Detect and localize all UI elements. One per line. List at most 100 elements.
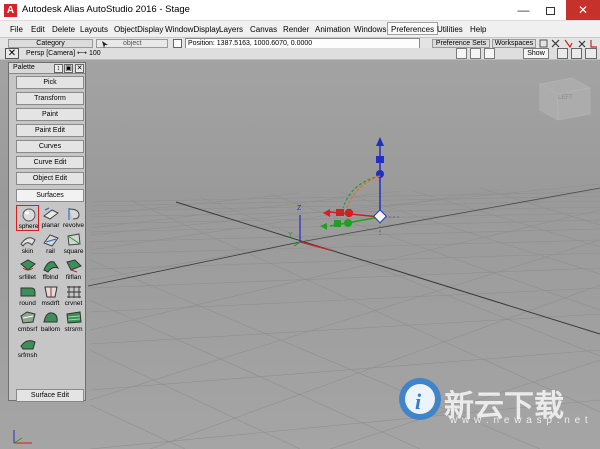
pick-arrow-icon: [102, 41, 108, 48]
tool-sphere[interactable]: sphere: [16, 205, 39, 231]
maximize-icon: [546, 6, 555, 15]
position-toggle-icon[interactable]: [173, 39, 182, 48]
workspaces-tab[interactable]: Workspaces: [492, 39, 536, 48]
svg-text:i: i: [415, 389, 422, 414]
watermark-logo-icon: i: [399, 378, 441, 420]
axis-y-label: Y: [288, 232, 293, 239]
palette-options-icon[interactable]: ▣: [64, 64, 73, 73]
menu-help[interactable]: Help: [467, 23, 489, 36]
tool-label: filflan: [65, 274, 82, 281]
camera-label: Persp [Camera] ⟷ 100: [26, 49, 101, 57]
tool-rail[interactable]: rail: [39, 231, 62, 257]
palette-sort-icon[interactable]: ↕: [54, 64, 63, 73]
section-surfaces[interactable]: Surfaces: [16, 189, 84, 202]
watermark-url: w w w . n e w a s p . n e t: [450, 415, 589, 426]
maximize-button[interactable]: [537, 0, 564, 20]
viewport-close-icon[interactable]: ✕: [5, 48, 19, 59]
ffblnd-icon: [43, 261, 60, 273]
tool-label: square: [63, 248, 84, 255]
menu-objectdisplay[interactable]: ObjectDisplay: [111, 23, 166, 36]
msdrft-icon: [44, 286, 58, 298]
menu-render[interactable]: Render: [280, 23, 312, 36]
tool-crvnet[interactable]: crvnet: [62, 283, 85, 309]
show-button[interactable]: Show: [523, 48, 549, 59]
round-icon: [20, 287, 36, 297]
camera-name: Persp [Camera]: [26, 50, 76, 57]
layer-toggle-icon[interactable]: [484, 48, 495, 59]
title-bar: A Autodesk Alias AutoStudio 2016 - Stage…: [0, 0, 600, 21]
close-button[interactable]: ✕: [566, 0, 600, 20]
menu-edit[interactable]: Edit: [28, 23, 48, 36]
menu-utilities[interactable]: Utilities: [434, 23, 466, 36]
section-pick[interactable]: Pick: [16, 76, 84, 89]
category-selector[interactable]: Category: [8, 39, 93, 48]
object-selector[interactable]: object: [96, 39, 168, 48]
viewport-close-icon-right[interactable]: [585, 48, 597, 59]
strsrm-icon: [66, 311, 82, 324]
menu-canvas[interactable]: Canvas: [247, 23, 280, 36]
srfillet-icon: [20, 259, 36, 271]
viewport-header: ✕ Persp [Camera] ⟷ 100 Show: [0, 48, 600, 60]
toolbox-icon[interactable]: [456, 48, 467, 59]
tool-round[interactable]: round: [16, 283, 39, 309]
zoom-value: 100: [88, 50, 101, 57]
rail-icon: [43, 234, 59, 247]
section-paint-edit[interactable]: Paint Edit: [16, 124, 84, 137]
axis-z-label: Z: [297, 205, 302, 212]
zoom-arrows-icon: ⟷: [76, 50, 89, 57]
tool-label: revolve: [63, 222, 84, 229]
minimize-button[interactable]: —: [510, 0, 537, 20]
menu-bar: File Edit Delete Layouts ObjectDisplay W…: [0, 21, 600, 37]
app-logo-icon: A: [4, 4, 17, 17]
tool-label: crvnet: [64, 300, 83, 307]
menu-windows[interactable]: Windows: [351, 23, 389, 36]
menu-animation[interactable]: Animation: [312, 23, 354, 36]
section-transform[interactable]: Transform: [16, 92, 84, 105]
menu-delete[interactable]: Delete: [49, 23, 78, 36]
tool-filflan[interactable]: filflan: [62, 257, 85, 283]
tool-skin[interactable]: skin: [16, 231, 39, 257]
skin-icon: [20, 237, 36, 247]
tool-label: srfmsh: [17, 352, 38, 359]
control-row: Category object Position: 1387.5163, 100…: [0, 37, 600, 49]
viewport-menu-icon[interactable]: [557, 48, 568, 59]
view-cube-label[interactable]: LEFT: [558, 95, 573, 101]
tool-palette: Palette ↕ ▣ ✕ Pick Transform Paint Paint…: [8, 62, 86, 402]
tool-srfmsh[interactable]: srfmsh: [16, 335, 39, 361]
tool-srfillet[interactable]: srfillet: [16, 257, 39, 283]
cmbsrf-icon: [20, 311, 36, 324]
tool-ballom[interactable]: ballom: [39, 309, 62, 335]
menu-windowdisplay[interactable]: WindowDisplay: [162, 23, 223, 36]
section-paint[interactable]: Paint: [16, 108, 84, 121]
menu-layers[interactable]: Layers: [216, 23, 246, 36]
sphere-icon: [22, 208, 36, 222]
tool-planar[interactable]: planar: [39, 205, 62, 231]
preference-sets-tab[interactable]: Preference Sets: [432, 39, 490, 48]
tool-label: strsrm: [64, 326, 83, 333]
section-curves[interactable]: Curves: [16, 140, 84, 153]
revolve-icon: [68, 208, 80, 220]
viewport-maximize-icon[interactable]: [571, 48, 582, 59]
planar-icon: [43, 207, 59, 220]
tool-msdrft[interactable]: msdrft: [39, 283, 62, 309]
tool-ffblnd[interactable]: ffblnd: [39, 257, 62, 283]
srfmsh-icon: [20, 340, 36, 350]
filflan-icon: [66, 259, 82, 273]
square-icon: [67, 233, 81, 246]
menu-preferences[interactable]: Preferences: [387, 22, 439, 35]
tool-strsrm[interactable]: strsrm: [62, 309, 85, 335]
tool-square[interactable]: square: [62, 231, 85, 257]
grid-toggle-icon[interactable]: [470, 48, 481, 59]
window-title: Autodesk Alias AutoStudio 2016 - Stage: [22, 4, 190, 15]
tool-cmbsrf[interactable]: cmbsrf: [16, 309, 39, 335]
object-label: object: [123, 40, 142, 47]
section-object-edit[interactable]: Object Edit: [16, 172, 84, 185]
crvnet-icon: [67, 286, 81, 298]
palette-close-icon[interactable]: ✕: [75, 64, 84, 73]
menu-file[interactable]: File: [7, 23, 26, 36]
ballom-icon: [43, 312, 58, 323]
tool-revolve[interactable]: revolve: [62, 205, 85, 231]
section-curve-edit[interactable]: Curve Edit: [16, 156, 84, 169]
section-surface-edit[interactable]: Surface Edit: [16, 389, 84, 402]
menu-layouts[interactable]: Layouts: [77, 23, 111, 36]
